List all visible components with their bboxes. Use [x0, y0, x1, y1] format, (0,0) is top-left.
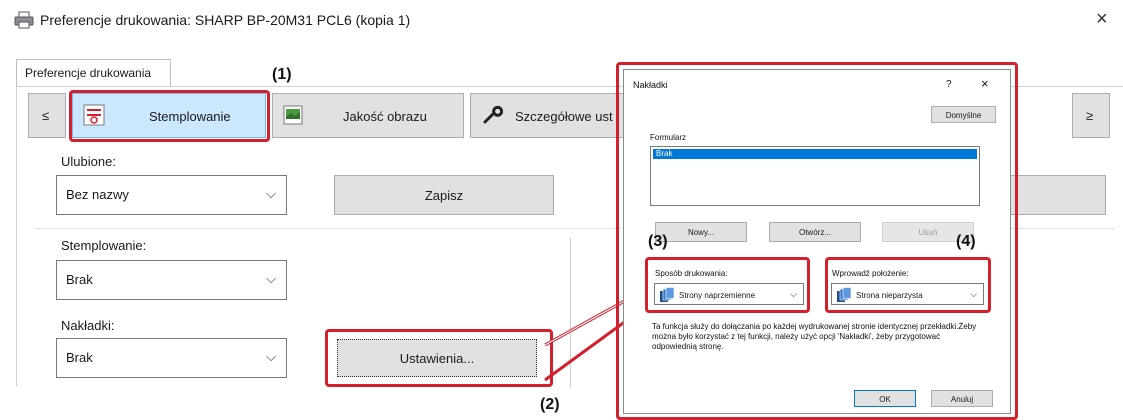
- dialog-title: Nakładki: [633, 80, 668, 90]
- form-list-item[interactable]: Brak: [653, 149, 977, 159]
- help-icon[interactable]: ?: [946, 79, 952, 90]
- chevron-down-icon: ⌵: [790, 289, 797, 299]
- callout-4: (4): [956, 233, 976, 250]
- position-value: Strona nieparzysta: [856, 291, 923, 300]
- new-button[interactable]: Nowy...: [655, 222, 747, 242]
- defaults-button[interactable]: Domyślne: [931, 106, 996, 123]
- print-method-value: Strony naprzemienne: [679, 291, 756, 300]
- print-method-label: Sposób drukowania:: [655, 269, 728, 278]
- form-label: Formularz: [650, 133, 687, 142]
- pages-icon: [660, 287, 675, 302]
- pages-icon: [837, 287, 852, 302]
- form-list[interactable]: Brak: [650, 146, 980, 206]
- chevron-down-icon: ⌵: [970, 289, 977, 299]
- open-button[interactable]: Otwórz...: [769, 222, 861, 242]
- info-text: Ta funkcja służy do dołączania po każdej…: [652, 322, 977, 351]
- position-select[interactable]: Strona nieparzysta ⌵: [831, 283, 984, 305]
- cancel-button[interactable]: Anuluj: [931, 390, 993, 407]
- callout-3: (3): [648, 233, 668, 250]
- dialog-close-icon[interactable]: ×: [981, 76, 989, 91]
- position-label: Wprowadź położenie:: [832, 269, 909, 278]
- print-method-select[interactable]: Strony naprzemienne ⌵: [654, 283, 804, 305]
- ok-button[interactable]: OK: [854, 390, 916, 407]
